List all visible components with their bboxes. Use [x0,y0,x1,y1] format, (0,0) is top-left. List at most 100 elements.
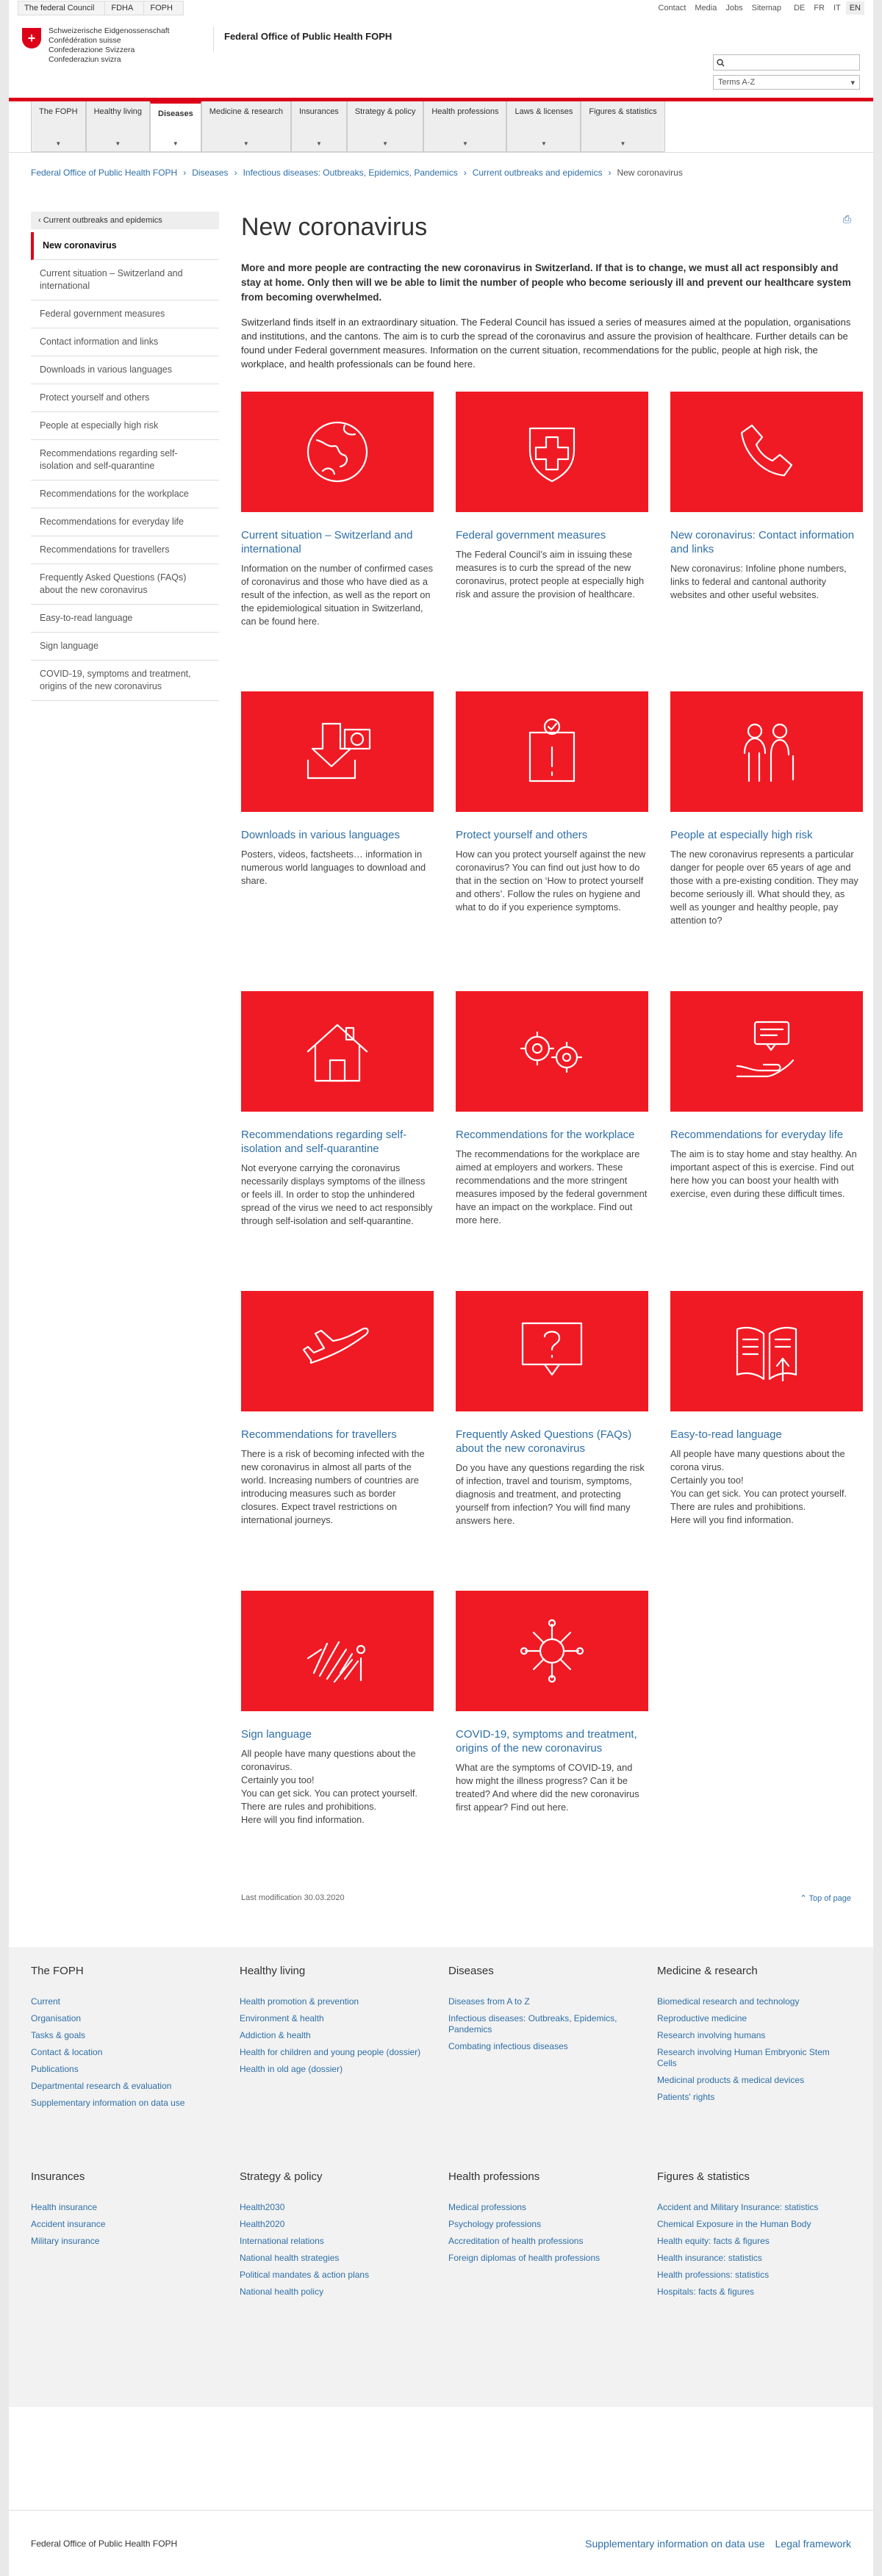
footer-link[interactable]: Addiction & health [240,2030,434,2041]
topic-card[interactable]: New coronavirus: Contact information and… [670,392,863,691]
topic-tile[interactable] [670,691,863,812]
footer-link[interactable]: Environment & health [240,2013,434,2024]
footer-link[interactable]: Biomedical research and technology [657,1996,851,2007]
footer-link[interactable]: Health2030 [240,2202,434,2213]
nav-the-foph[interactable]: The FOPH ▼ [31,101,86,152]
topic-card[interactable]: Federal government measures The Federal C… [456,392,648,691]
footer-link[interactable]: Combating infectious diseases [448,2041,642,2052]
topic-title[interactable]: Easy-to-read language [670,1428,863,1442]
breadcrumb-foph[interactable]: Federal Office of Public Health FOPH [31,168,177,178]
lang-en[interactable]: EN [845,1,864,15]
lang-de[interactable]: DE [790,1,808,15]
footer-link[interactable]: Tasks & goals [31,2030,225,2041]
crumb-fdha[interactable]: FDHA [104,1,144,15]
footer-link[interactable]: Reproductive medicine [657,2013,851,2024]
footer-link[interactable]: Infectious diseases: Outbreaks, Epidemic… [448,2013,642,2035]
footer-link[interactable]: National health strategies [240,2253,434,2264]
topic-tile[interactable] [241,392,434,512]
topic-tile[interactable] [241,691,434,812]
topic-tile[interactable] [670,991,863,1112]
sidebar-item[interactable]: Easy-to-read language [31,605,219,633]
topic-tile[interactable] [241,1291,434,1411]
jobs-link[interactable]: Jobs [725,4,742,12]
topic-title[interactable]: Recommendations for the workplace [456,1128,648,1142]
top-of-page-link[interactable]: ⌃ Top of page [800,1893,851,1903]
crumb-foph[interactable]: FOPH [143,1,184,15]
legal-framework-link[interactable]: Legal framework [775,2538,852,2550]
topic-title[interactable]: Federal government measures [456,528,648,542]
nav-health-professions[interactable]: Health professions ▼ [423,101,507,152]
breadcrumb-infectious[interactable]: Infectious diseases: Outbreaks, Epidemic… [243,168,458,178]
topic-card[interactable]: Current situation – Switzerland and inte… [241,392,434,691]
confederation-logo[interactable]: + Schweizerische Eidgenossenschaft Confé… [22,26,206,65]
sidebar-item[interactable]: Frequently Asked Questions (FAQs) about … [31,564,219,605]
footer-link[interactable]: Health insurance: statistics [657,2253,851,2264]
site-title[interactable]: Federal Office of Public Health FOPH [213,26,392,51]
topic-tile[interactable] [670,392,863,512]
sidebar-item[interactable]: Downloads in various languages [31,356,219,384]
sidebar-item[interactable]: Protect yourself and others [31,384,219,412]
crumb-federal-council[interactable]: The federal Council [18,1,105,15]
sitemap-link[interactable]: Sitemap [752,4,781,12]
footer-link[interactable]: Research involving humans [657,2030,851,2041]
footer-link[interactable]: Patients' rights [657,2092,851,2103]
footer-link[interactable]: National health policy [240,2287,434,2298]
media-link[interactable]: Media [695,4,717,12]
footer-link[interactable]: Psychology professions [448,2219,642,2230]
footer-link[interactable]: Health2020 [240,2219,434,2230]
sidebar-item[interactable]: Recommendations for the workplace [31,481,219,508]
topic-card[interactable]: Recommendations for the workplace The rec… [456,991,648,1291]
topic-title[interactable]: Frequently Asked Questions (FAQs) about … [456,1428,648,1456]
footer-link[interactable]: Military insurance [31,2236,225,2247]
topic-tile[interactable] [241,1591,434,1711]
sidebar-item[interactable]: Recommendations for everyday life [31,508,219,536]
topic-tile[interactable] [241,991,434,1112]
footer-link[interactable]: Contact & location [31,2047,225,2058]
nav-figures-statistics[interactable]: Figures & statistics ▼ [581,101,665,152]
topic-title[interactable]: Recommendations regarding self-isolation… [241,1128,434,1156]
topic-card[interactable]: Protect yourself and others How can you p… [456,691,648,991]
nav-healthy-living[interactable]: Healthy living ▼ [85,101,150,152]
footer-link[interactable]: Diseases from A to Z [448,1996,642,2007]
lang-it[interactable]: IT [830,1,845,15]
footer-link[interactable]: Foreign diplomas of health professions [448,2253,642,2264]
sidebar-item[interactable]: Sign language [31,633,219,661]
topic-tile[interactable] [456,991,648,1112]
print-icon[interactable]: ⎙ [843,213,851,242]
sidebar-item[interactable]: New coronavirus [31,232,219,260]
sidebar-item[interactable]: Contact information and links [31,328,219,356]
nav-strategy-policy[interactable]: Strategy & policy ▼ [346,101,424,152]
breadcrumb-outbreaks[interactable]: Current outbreaks and epidemics [473,168,603,178]
footer-link[interactable]: International relations [240,2236,434,2247]
topic-title[interactable]: Sign language [241,1727,434,1741]
topic-title[interactable]: Current situation – Switzerland and inte… [241,528,434,556]
sidebar-item[interactable]: Recommendations regarding self-isolation… [31,440,219,481]
data-use-link[interactable]: Supplementary information on data use [585,2538,764,2550]
footer-link[interactable]: Current [31,1996,225,2007]
topic-title[interactable]: Recommendations for travellers [241,1428,434,1442]
footer-link[interactable]: Accident insurance [31,2219,225,2230]
footer-link[interactable]: Accreditation of health professions [448,2236,642,2247]
footer-link[interactable]: Health in old age (dossier) [240,2064,434,2075]
sidebar-item[interactable]: Current situation – Switzerland and inte… [31,260,219,301]
topic-title[interactable]: People at especially high risk [670,828,863,842]
footer-link[interactable]: Medical professions [448,2202,642,2213]
sidebar-item[interactable]: Federal government measures [31,301,219,328]
topic-tile[interactable] [456,1291,648,1411]
footer-link[interactable]: Political mandates & action plans [240,2270,434,2281]
nav-laws-licenses[interactable]: Laws & licenses ▼ [506,101,581,152]
topic-tile[interactable] [456,392,648,512]
search-input[interactable] [713,54,860,71]
topic-tile[interactable] [456,1591,648,1711]
footer-link[interactable]: Health for children and young people (do… [240,2047,434,2058]
topic-title[interactable]: New coronavirus: Contact information and… [670,528,863,556]
topic-tile[interactable] [670,1291,863,1411]
sidebar-item[interactable]: COVID-19, symptoms and treatment, origin… [31,661,219,701]
topic-title[interactable]: Recommendations for everyday life [670,1128,863,1142]
footer-link[interactable]: Health professions: statistics [657,2270,851,2281]
topic-title[interactable]: COVID-19, symptoms and treatment, origin… [456,1727,648,1755]
topic-card[interactable]: People at especially high risk The new co… [670,691,863,991]
nav-insurances[interactable]: Insurances ▼ [291,101,347,152]
nav-medicine-research[interactable]: Medicine & research ▼ [201,101,291,152]
topic-tile[interactable] [456,691,648,812]
